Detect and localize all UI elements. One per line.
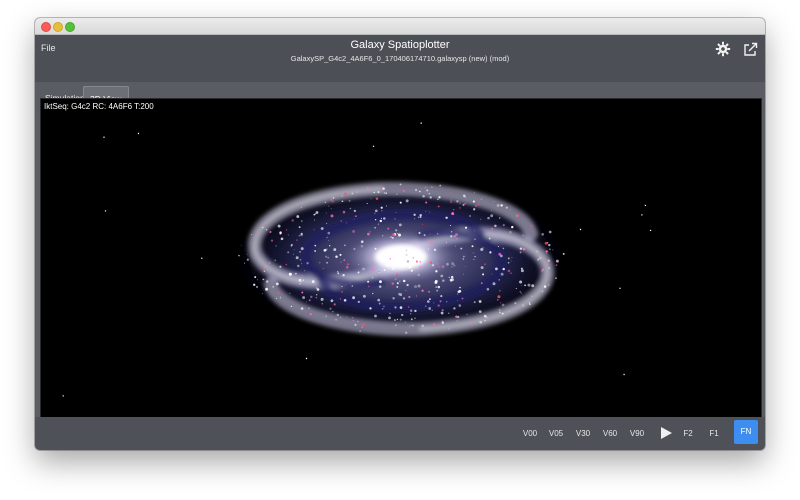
app-header: File Galaxy Spatioplotter GalaxySP_G4c2_…: [35, 35, 765, 82]
maximize-window-button[interactable]: [65, 22, 75, 32]
frame-f1-button[interactable]: F1: [706, 426, 722, 442]
view-angle-v05-button[interactable]: V05: [545, 426, 567, 442]
document-title: GalaxySP_G4c2_4A6F6_0_170406174710.galax…: [290, 54, 510, 63]
galaxy-3d-view[interactable]: IktSeq: G4c2 RC: 4A6F6 T:200: [40, 98, 762, 418]
app-title: Galaxy Spatioplotter: [350, 39, 450, 51]
view-angle-v60-button[interactable]: V60: [599, 426, 621, 442]
view-controls-bar: V00 V05 V30 V60 V90 F2 F1 FN: [35, 417, 765, 450]
view-angle-v30-button[interactable]: V30: [572, 426, 594, 442]
app-window: File Galaxy Spatioplotter GalaxySP_G4c2_…: [35, 18, 765, 450]
play-icon[interactable]: [659, 426, 673, 440]
galaxy-render: [62, 122, 652, 397]
sequence-info-label: IktSeq: G4c2 RC: 4A6F6 T:200: [44, 102, 154, 111]
window-titlebar: [35, 18, 765, 35]
share-icon[interactable]: [743, 41, 759, 57]
view-angle-v00-button[interactable]: V00: [519, 426, 541, 442]
fn-button[interactable]: FN: [734, 420, 758, 444]
view-angle-v90-button[interactable]: V90: [626, 426, 648, 442]
frame-f2-button[interactable]: F2: [680, 426, 696, 442]
minimize-window-button[interactable]: [53, 22, 63, 32]
close-window-button[interactable]: [41, 22, 51, 32]
gear-icon[interactable]: [715, 41, 731, 57]
